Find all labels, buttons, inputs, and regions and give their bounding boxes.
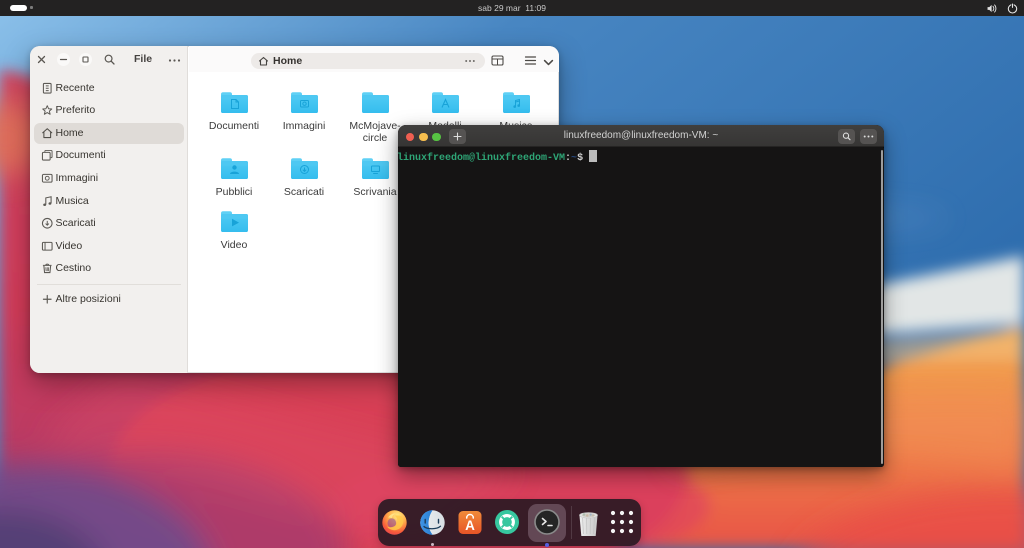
svg-text:A: A [465, 518, 475, 533]
